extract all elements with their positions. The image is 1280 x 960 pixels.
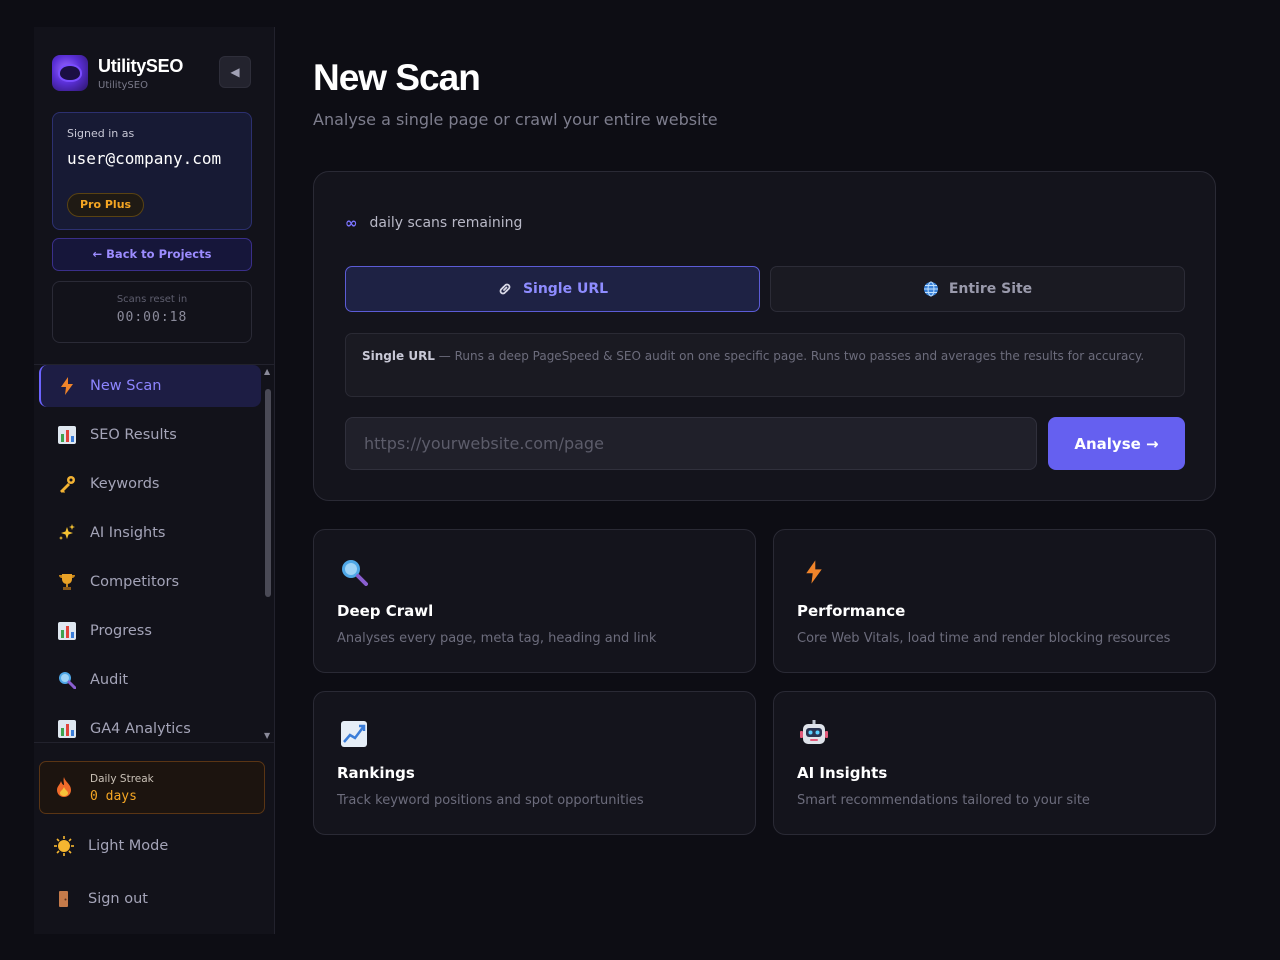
analyse-button[interactable]: Analyse → [1048, 417, 1185, 470]
sidebar-item-seo-results[interactable]: SEO Results [39, 414, 261, 456]
sidebar-item-competitors[interactable]: Competitors [39, 561, 261, 603]
collapse-icon: ◀ [230, 65, 240, 79]
single-url-mode-button[interactable]: Single URL [345, 266, 760, 312]
sidebar-item-label: Competitors [90, 574, 180, 590]
scroll-down-icon[interactable]: ▼ [264, 731, 270, 740]
sidebar-item-label: New Scan [90, 378, 162, 394]
feature-card-deep-crawl: Deep Crawl Analyses every page, meta tag… [313, 529, 756, 673]
flame-icon [56, 777, 72, 801]
streak-label: Daily Streak [90, 773, 154, 785]
bar-chart-icon [57, 719, 77, 739]
lightning-icon [798, 556, 830, 588]
feature-title: Deep Crawl [337, 602, 434, 620]
daily-streak-card: Daily Streak 0 days [39, 761, 265, 814]
brand-subtitle: UtilitySEO [98, 79, 148, 91]
key-icon [57, 474, 77, 494]
sidebar: UtilitySEO UtilitySEO ◀ Signed in as use… [34, 27, 275, 934]
scans-remaining-text: daily scans remaining [369, 215, 523, 231]
feature-card-ai-insights: AI Insights Smart recommendations tailor… [773, 691, 1216, 835]
single-url-label: Single URL [522, 281, 609, 297]
bar-chart-icon [57, 621, 77, 641]
link-icon [497, 281, 513, 297]
streak-value: 0 days [90, 789, 137, 804]
signed-in-label: Signed in as [67, 127, 135, 140]
reset-countdown: 00:00:18 [116, 310, 188, 325]
sparkles-icon [57, 523, 77, 543]
sidebar-item-new-scan[interactable]: New Scan [39, 365, 261, 407]
mode-description-title: Single URL [362, 349, 435, 363]
feature-title: AI Insights [797, 764, 888, 782]
feature-description: Track keyword positions and spot opportu… [337, 793, 644, 808]
sidebar-item-ai-insights[interactable]: AI Insights [39, 512, 261, 554]
plan-badge: Pro Plus [67, 193, 145, 217]
page-title: New Scan [313, 57, 481, 98]
light-mode-toggle[interactable]: Light Mode [54, 836, 168, 856]
user-card: Signed in as user@company.com Pro Plus [52, 112, 252, 230]
user-email: user@company.com [67, 149, 222, 168]
magnifier-icon [57, 670, 77, 690]
scan-reset-box: Scans reset in 00:00:18 [52, 281, 252, 343]
page-subtitle: Analyse a single page or crawl your enti… [313, 110, 718, 129]
divider [34, 742, 274, 743]
sidebar-nav: New Scan SEO Results Keywords AI Insight… [39, 365, 261, 742]
sign-out-button[interactable]: Sign out [54, 889, 148, 909]
sign-out-label: Sign out [88, 891, 148, 907]
sidebar-item-label: Keywords [90, 476, 160, 492]
infinity-icon: ∞ [345, 214, 358, 232]
entire-site-mode-button[interactable]: Entire Site [770, 266, 1185, 312]
sidebar-item-label: GA4 Analytics [90, 721, 191, 737]
feature-description: Analyses every page, meta tag, heading a… [337, 631, 657, 646]
door-icon [54, 889, 74, 909]
feature-title: Performance [797, 602, 906, 620]
scans-remaining: ∞ daily scans remaining [345, 214, 522, 232]
entire-site-label: Entire Site [948, 281, 1033, 297]
sidebar-scrollbar[interactable]: ▲ ▼ [262, 365, 274, 742]
feature-card-rankings: Rankings Track keyword positions and spo… [313, 691, 756, 835]
brand[interactable]: UtilitySEO UtilitySEO [52, 55, 183, 91]
feature-description: Smart recommendations tailored to your s… [797, 793, 1090, 808]
trophy-icon [57, 572, 77, 592]
sidebar-item-audit[interactable]: Audit [39, 659, 261, 701]
magnifier-icon [338, 556, 370, 588]
sidebar-item-label: Audit [90, 672, 129, 688]
lightning-icon [57, 376, 77, 396]
bar-chart-icon [57, 425, 77, 445]
scan-form-card: ∞ daily scans remaining Single URL Entir… [313, 171, 1216, 501]
sidebar-item-ga4-analytics[interactable]: GA4 Analytics [39, 708, 261, 742]
light-mode-label: Light Mode [88, 838, 169, 854]
sidebar-item-label: AI Insights [90, 525, 166, 541]
brand-logo [52, 55, 88, 91]
brand-name: UtilitySEO [98, 55, 184, 76]
mode-description-text: — Runs a deep PageSpeed & SEO audit on o… [434, 349, 1145, 363]
mode-description: Single URL — Runs a deep PageSpeed & SEO… [345, 333, 1185, 397]
scroll-up-icon[interactable]: ▲ [264, 367, 270, 376]
sun-icon [54, 836, 74, 856]
sidebar-item-progress[interactable]: Progress [39, 610, 261, 652]
sidebar-item-label: SEO Results [90, 427, 177, 443]
feature-title: Rankings [337, 764, 415, 782]
feature-card-performance: Performance Core Web Vitals, load time a… [773, 529, 1216, 673]
globe-icon [923, 281, 939, 297]
sidebar-item-label: Progress [90, 623, 152, 639]
robot-icon [798, 718, 830, 750]
back-to-projects-button[interactable]: ← Back to Projects [52, 238, 252, 271]
trend-chart-icon [338, 718, 370, 750]
collapse-sidebar-button[interactable]: ◀ [219, 56, 251, 88]
sidebar-item-keywords[interactable]: Keywords [39, 463, 261, 505]
feature-description: Core Web Vitals, load time and render bl… [797, 631, 1171, 646]
reset-label: Scans reset in [116, 294, 188, 305]
scrollbar-thumb[interactable] [265, 389, 271, 597]
url-input[interactable] [345, 417, 1037, 470]
